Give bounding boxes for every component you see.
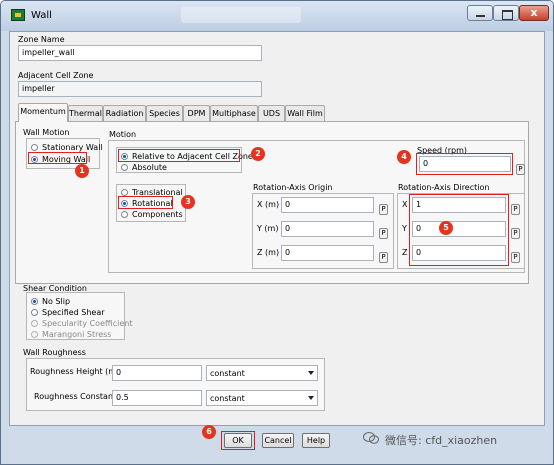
maximize-button[interactable] (493, 5, 519, 21)
watermark-text: 微信号: cfd_xiaozhen (385, 434, 498, 447)
wall-dialog: Wall x Zone Name impeller_wall Adjacent … (0, 0, 554, 465)
motion-label: Motion (109, 130, 137, 139)
origin-z-input[interactable]: 0 (281, 245, 374, 261)
close-button[interactable]: x (519, 5, 549, 21)
adjacent-cell-zone-label: Adjacent Cell Zone (18, 71, 94, 80)
origin-y-label: Y (m) (257, 224, 279, 233)
zone-name-label: Zone Name (18, 35, 65, 44)
origin-z-parameter-button[interactable]: P (379, 252, 388, 263)
tab-radiation[interactable]: Radiation (103, 105, 146, 121)
direction-z-label: Z (402, 248, 408, 257)
translational-radio[interactable] (121, 189, 128, 196)
components-label: Components (132, 210, 183, 219)
direction-x-label: X (402, 200, 408, 209)
roughness-constant-method-select[interactable]: constant (206, 390, 318, 406)
roughness-constant-input[interactable]: 0.5 (112, 390, 202, 406)
roughness-height-method-value: constant (210, 369, 245, 378)
specularity-coefficient-label: Specularity Coefficient (42, 319, 133, 328)
chevron-down-icon (308, 371, 314, 375)
no-slip-radio[interactable] (31, 298, 38, 305)
step-badge-6: 6 (202, 425, 216, 439)
origin-x-label: X (m) (257, 200, 280, 209)
wall-roughness-label: Wall Roughness (23, 348, 86, 357)
tab-wall-film[interactable]: Wall Film (285, 105, 325, 121)
relative-highlight (118, 149, 240, 162)
stationary-wall-radio[interactable] (31, 144, 38, 151)
step-badge-4: 4 (397, 150, 411, 164)
rotational-highlight (118, 196, 173, 209)
minimize-button[interactable] (467, 5, 493, 21)
rotation-axis-origin-label: Rotation-Axis Origin (253, 183, 333, 192)
help-button[interactable]: Help (302, 433, 330, 448)
roughness-constant-label: Roughness Constant (34, 392, 117, 401)
origin-y-parameter-button[interactable]: P (379, 228, 388, 239)
tab-thermal[interactable]: Thermal (68, 105, 103, 121)
fluent-app-icon (11, 9, 25, 21)
absolute-label: Absolute (132, 163, 167, 172)
roughness-height-label: Roughness Height (m) (30, 367, 120, 376)
direction-x-parameter-button[interactable]: P (511, 204, 520, 215)
marangoni-stress-label: Marangoni Stress (42, 330, 112, 339)
tab-uds[interactable]: UDS (258, 105, 285, 121)
blurred-background-title (181, 7, 301, 23)
tab-dpm[interactable]: DPM (183, 105, 210, 121)
roughness-constant-method-value: constant (210, 394, 245, 403)
adjacent-cell-zone-field: impeller (18, 81, 262, 97)
specularity-coefficient-radio (31, 320, 38, 327)
tab-multiphase[interactable]: Multiphase (210, 105, 258, 121)
step-badge-5: 5 (439, 221, 453, 235)
origin-z-label: Z (m) (257, 248, 280, 257)
title-bar[interactable]: Wall x (1, 1, 553, 31)
direction-highlight (409, 194, 509, 266)
tab-species[interactable]: Species (146, 105, 183, 121)
step-badge-1: 1 (75, 164, 89, 178)
moving-wall-highlight (28, 152, 87, 164)
window-title: Wall (31, 10, 52, 21)
specified-shear-radio[interactable] (31, 309, 38, 316)
components-radio[interactable] (121, 211, 128, 218)
direction-y-parameter-button[interactable]: P (511, 228, 520, 239)
step-badge-2: 2 (251, 147, 265, 161)
absolute-radio[interactable] (121, 164, 128, 171)
chevron-down-icon (308, 396, 314, 400)
stationary-wall-label: Stationary Wall (42, 143, 103, 152)
step-badge-3: 3 (181, 195, 195, 209)
wechat-icon (363, 432, 379, 444)
direction-y-label: Y (402, 224, 407, 233)
wall-motion-label: Wall Motion (23, 128, 70, 137)
speed-parameter-button[interactable]: P (516, 164, 525, 175)
ok-highlight (221, 431, 255, 450)
origin-y-input[interactable]: 0 (281, 221, 374, 237)
direction-z-parameter-button[interactable]: P (511, 252, 520, 263)
origin-x-parameter-button[interactable]: P (379, 204, 388, 215)
origin-x-input[interactable]: 0 (281, 197, 374, 213)
speed-highlight (416, 153, 513, 175)
no-slip-label: No Slip (42, 297, 71, 306)
specified-shear-label: Specified Shear (42, 308, 105, 317)
rotation-axis-direction-label: Rotation-Axis Direction (398, 183, 490, 192)
cancel-button[interactable]: Cancel (262, 433, 294, 448)
marangoni-stress-radio (31, 331, 38, 338)
tab-momentum[interactable]: Momentum (18, 103, 68, 122)
roughness-height-method-select[interactable]: constant (206, 365, 318, 381)
zone-name-input[interactable]: impeller_wall (18, 45, 262, 61)
roughness-height-input[interactable]: 0 (112, 365, 202, 381)
